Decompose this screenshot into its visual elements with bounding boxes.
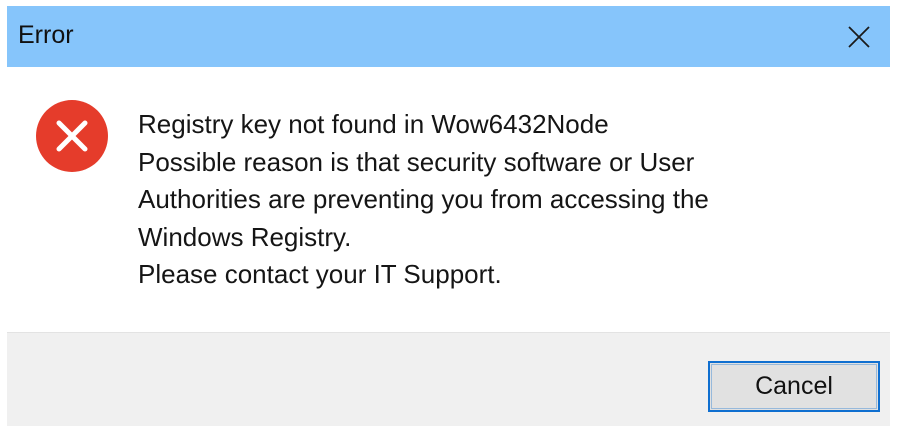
message-line-2: Possible reason is that security softwar… xyxy=(138,146,695,177)
message-line-1: Registry key not found in Wow6432Node xyxy=(138,109,609,139)
error-message: Registry key not found in Wow6432Node Po… xyxy=(138,106,868,294)
title-bar[interactable]: Error xyxy=(7,6,890,67)
dialog-content: Registry key not found in Wow6432Node Po… xyxy=(7,67,890,332)
message-line-3: Authorities are preventing you from acce… xyxy=(138,184,709,214)
close-icon xyxy=(848,25,870,48)
cancel-button[interactable]: Cancel xyxy=(708,361,880,412)
button-bar: Cancel xyxy=(7,332,890,426)
error-dialog: Error Registry key not found in Wow6432N… xyxy=(7,6,890,426)
error-icon xyxy=(36,100,108,172)
close-button[interactable] xyxy=(828,6,890,67)
message-line-5: Please contact your IT Support. xyxy=(138,259,502,289)
window-title: Error xyxy=(18,21,74,49)
message-line-4: Windows Registry. xyxy=(138,221,352,252)
